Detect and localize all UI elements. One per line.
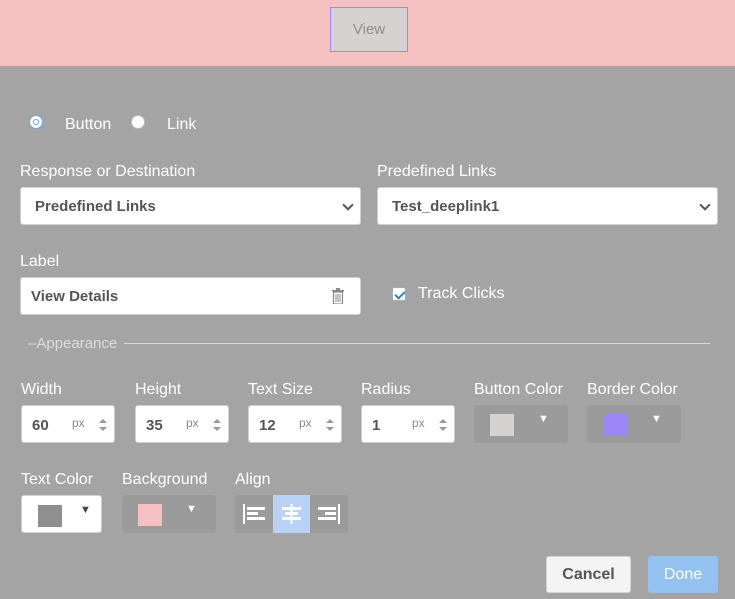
label-field-label: Label xyxy=(20,253,60,270)
radius-label: Radius xyxy=(361,381,411,398)
radius-input[interactable]: 1 px xyxy=(361,405,455,443)
done-button[interactable]: Done xyxy=(648,556,718,593)
background-color-chip xyxy=(138,504,162,526)
button-color-chip xyxy=(490,414,514,436)
height-unit: px xyxy=(186,416,199,430)
radio-button-option[interactable] xyxy=(29,115,43,129)
response-select[interactable]: Predefined Links xyxy=(20,187,361,225)
predefined-links-value: Test_deeplink1 xyxy=(392,198,500,215)
trash-icon[interactable] xyxy=(332,288,344,304)
predefined-links-select[interactable]: Test_deeplink1 xyxy=(377,187,718,225)
caret-down-icon: ▼ xyxy=(651,413,662,425)
width-label: Width xyxy=(21,381,62,398)
text-size-unit: px xyxy=(299,416,312,430)
label-input[interactable]: View Details xyxy=(20,277,361,315)
appearance-divider xyxy=(124,343,710,344)
background-color-picker[interactable]: ▼ xyxy=(122,495,216,533)
text-color-chip xyxy=(38,505,62,527)
text-color-picker[interactable]: ▼ xyxy=(21,495,102,533)
width-unit: px xyxy=(72,416,85,430)
caret-down-icon: ▼ xyxy=(186,503,197,515)
preview-button: View xyxy=(330,7,408,52)
radius-unit: px xyxy=(412,416,425,430)
button-color-picker[interactable]: ▼ xyxy=(474,405,568,443)
border-color-picker[interactable]: ▼ xyxy=(587,405,681,443)
caret-down-icon: ▼ xyxy=(538,413,549,425)
stepper-icon[interactable] xyxy=(213,419,221,431)
radio-link-option[interactable] xyxy=(131,115,145,129)
stepper-icon[interactable] xyxy=(99,419,107,431)
align-left-button[interactable] xyxy=(236,495,273,533)
width-value: 60 xyxy=(32,417,49,434)
label-input-value: View Details xyxy=(31,288,119,305)
chevron-down-icon xyxy=(699,199,711,211)
stepper-icon[interactable] xyxy=(326,419,334,431)
width-input[interactable]: 60 px xyxy=(21,405,115,443)
radio-button-label: Button xyxy=(65,116,112,133)
chevron-down-icon xyxy=(342,199,354,211)
align-center-button[interactable] xyxy=(273,495,310,533)
text-size-label: Text Size xyxy=(248,381,313,398)
radio-link-label: Link xyxy=(167,116,197,133)
align-right-icon xyxy=(318,504,340,524)
height-value: 35 xyxy=(146,417,163,434)
align-label: Align xyxy=(235,471,271,488)
align-toggle-group xyxy=(235,495,348,533)
text-size-input[interactable]: 12 px xyxy=(248,405,342,443)
height-input[interactable]: 35 px xyxy=(135,405,229,443)
track-clicks-checkbox[interactable] xyxy=(392,287,406,301)
appearance-title: Appearance xyxy=(36,335,118,352)
align-right-button[interactable] xyxy=(310,495,347,533)
cancel-button[interactable]: Cancel xyxy=(546,556,631,593)
radius-value: 1 xyxy=(372,417,381,434)
button-preview-area: View xyxy=(0,0,735,66)
response-value: Predefined Links xyxy=(35,198,156,215)
background-label: Background xyxy=(122,471,208,488)
height-label: Height xyxy=(135,381,182,398)
text-size-value: 12 xyxy=(259,417,276,434)
button-color-label: Button Color xyxy=(474,381,563,398)
appearance-heading: –Appearance xyxy=(28,335,118,352)
text-color-label: Text Color xyxy=(21,471,94,488)
track-clicks-label: Track Clicks xyxy=(418,285,505,302)
stepper-icon[interactable] xyxy=(439,419,447,431)
align-left-icon xyxy=(243,504,265,524)
caret-down-icon: ▼ xyxy=(80,504,91,516)
border-color-chip xyxy=(603,414,627,436)
border-color-label: Border Color xyxy=(587,381,678,398)
align-center-icon xyxy=(282,504,301,524)
predefined-links-label: Predefined Links xyxy=(377,163,497,180)
response-label: Response or Destination xyxy=(20,163,196,180)
